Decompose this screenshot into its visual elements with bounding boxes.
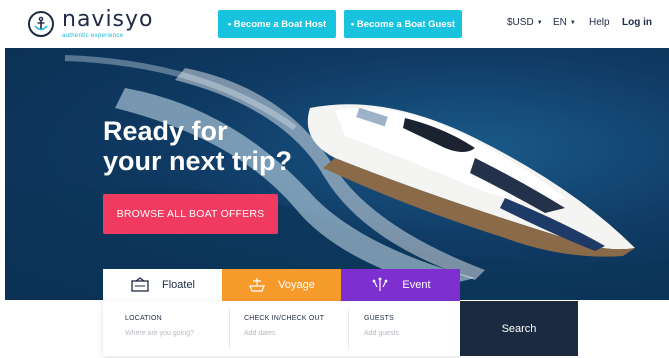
logo-wordmark: navisyo — [62, 7, 154, 32]
location-field[interactable]: LOCATION Where are you going? — [125, 315, 230, 337]
hero-title-line2: your next trip? — [103, 146, 293, 176]
navisyo-logo[interactable]: navisyo authentic experience — [28, 8, 178, 40]
dates-input[interactable]: Add dates — [244, 330, 349, 337]
guests-field[interactable]: GUESTS Add guests — [364, 315, 454, 337]
tab-floatel-label: Floatel — [161, 279, 196, 291]
dates-field[interactable]: CHECK IN/CHECK OUT Add dates — [244, 315, 349, 337]
tab-event[interactable]: Event — [341, 269, 460, 301]
hero-title-line1: Ready for — [103, 116, 228, 146]
tab-floatel[interactable]: Floatel — [103, 269, 222, 301]
help-link[interactable]: Help — [589, 17, 610, 28]
field-divider — [229, 309, 230, 349]
currency-label: $USD — [507, 17, 534, 28]
hero-banner: Ready for your next trip? — [5, 48, 669, 300]
currency-dropdown[interactable]: $USD ▼ — [507, 17, 543, 28]
login-link[interactable]: Log in — [622, 17, 652, 28]
logo-tagline: authentic experience — [62, 33, 124, 39]
language-label: EN — [553, 17, 567, 28]
browse-all-boat-offers-button[interactable]: BROWSE ALL BOAT OFFERS — [103, 194, 278, 234]
become-host-button[interactable]: • Become a Boat Host — [218, 10, 336, 38]
tab-voyage[interactable]: Voyage — [222, 269, 341, 301]
search-button[interactable]: Search — [460, 301, 578, 356]
search-form: LOCATION Where are you going? CHECK IN/C… — [103, 301, 460, 356]
field-divider — [348, 309, 349, 349]
voyage-icon — [249, 278, 266, 292]
become-guest-button[interactable]: • Become a Boat Guest — [344, 10, 462, 38]
tab-event-label: Event — [402, 279, 431, 291]
chevron-down-icon: ▼ — [569, 19, 576, 26]
location-input[interactable]: Where are you going? — [125, 330, 230, 337]
top-navbar: navisyo authentic experience • Become a … — [0, 0, 669, 48]
tab-voyage-label: Voyage — [278, 279, 315, 291]
language-dropdown[interactable]: EN ▼ — [553, 17, 576, 28]
guests-input[interactable]: Add guests — [364, 330, 454, 337]
guests-label: GUESTS — [364, 315, 394, 322]
anchor-icon — [28, 11, 54, 37]
event-icon — [373, 277, 388, 291]
floatel-icon — [131, 277, 149, 292]
dates-label: CHECK IN/CHECK OUT — [244, 315, 325, 322]
chevron-down-icon: ▼ — [536, 19, 543, 26]
location-label: LOCATION — [125, 315, 162, 322]
hero-title: Ready for your next trip? — [103, 116, 343, 176]
